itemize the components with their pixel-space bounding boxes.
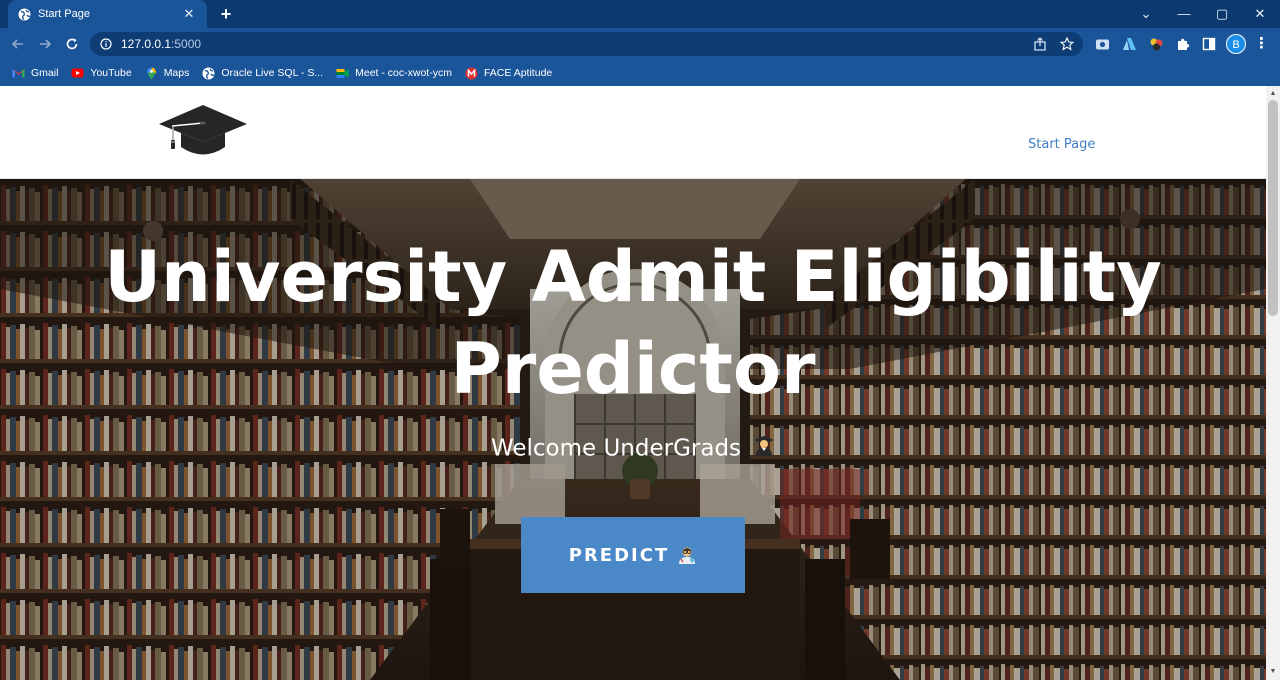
bookmark-youtube[interactable]: YouTube: [71, 67, 132, 80]
tab-start-page[interactable]: Start Page ✕: [8, 0, 207, 28]
site-info-icon[interactable]: [99, 37, 113, 51]
graduation-cap-icon[interactable]: [157, 102, 249, 160]
scroll-down-arrow-icon[interactable]: ▼: [1266, 666, 1280, 678]
hero-section: University Admit Eligibility Predictor W…: [0, 179, 1266, 680]
close-window-button[interactable]: ✕: [1242, 0, 1278, 28]
browser-menu-icon[interactable]: ⋮: [1254, 34, 1269, 54]
globe-icon: [202, 67, 215, 80]
predict-button-label: PREDICT: [568, 544, 670, 566]
bookmark-label: Gmail: [31, 67, 59, 79]
bookmark-label: Maps: [163, 67, 190, 79]
browser-toolbar: 127.0.0.1:5000 B ⋮: [0, 28, 1280, 60]
url-text: 127.0.0.1:5000: [121, 37, 201, 51]
meet-icon: [336, 67, 349, 80]
screen-capture-extension-icon[interactable]: [1094, 36, 1110, 52]
nav-link-start-page[interactable]: Start Page: [1028, 137, 1095, 152]
bookmark-gmail[interactable]: Gmail: [12, 67, 58, 80]
share-icon[interactable]: [1031, 36, 1049, 52]
back-button[interactable]: [8, 34, 28, 54]
arrow-right-icon: [40, 39, 52, 49]
hero-title-line2: Predictor: [450, 328, 816, 410]
tab-strip: Start Page ✕ + ⌄ — ▢ ✕: [0, 0, 1280, 28]
reload-button[interactable]: [62, 34, 82, 54]
restore-button[interactable]: ▢: [1204, 0, 1240, 28]
maps-icon: [145, 67, 158, 80]
side-panel-icon[interactable]: [1201, 36, 1217, 52]
bookmark-label: FACE Aptitude: [483, 67, 553, 79]
bookmark-star-icon[interactable]: [1058, 36, 1076, 52]
scientist-icon: [677, 545, 697, 565]
close-tab-icon[interactable]: ✕: [181, 6, 197, 22]
tab-search-icon[interactable]: ⌄: [1128, 0, 1164, 28]
profile-avatar[interactable]: B: [1226, 34, 1246, 54]
minimize-button[interactable]: —: [1166, 0, 1202, 28]
bookmark-oracle-live-sql[interactable]: Oracle Live SQL - S...: [202, 67, 323, 80]
hero-subtitle-text: Welcome UnderGrads: [490, 435, 742, 462]
bookmark-meet[interactable]: Meet - coc-xwot-ycm: [336, 67, 452, 80]
bookmark-label: Meet - coc-xwot-ycm: [355, 67, 452, 79]
new-tab-button[interactable]: +: [216, 4, 236, 24]
gmail-icon: [12, 67, 25, 80]
hero-subtitle: Welcome UnderGrads: [0, 435, 1266, 463]
youtube-icon: [71, 67, 84, 80]
bookmark-label: Oracle Live SQL - S...: [221, 67, 324, 79]
colorful-extension-icon[interactable]: [1148, 36, 1164, 52]
arrow-left-icon: [11, 39, 23, 49]
page-scrollbar[interactable]: ▲ ▼: [1266, 86, 1280, 680]
scroll-up-arrow-icon[interactable]: ▲: [1266, 88, 1280, 100]
globe-icon: [18, 8, 31, 21]
address-bar[interactable]: 127.0.0.1:5000: [90, 32, 1083, 56]
hero-title-line1: University Admit Eligibility: [104, 236, 1162, 318]
puzzle-icon[interactable]: [1175, 36, 1191, 52]
scrollbar-thumb[interactable]: [1268, 100, 1278, 316]
bookmark-label: YouTube: [90, 67, 132, 79]
bookmark-face-aptitude[interactable]: FACE Aptitude: [465, 67, 552, 80]
student-icon: [753, 435, 775, 463]
reload-icon: [66, 38, 78, 50]
bookmark-maps[interactable]: Maps: [145, 67, 190, 80]
hero-title: University Admit Eligibility Predictor: [0, 231, 1266, 415]
predict-button[interactable]: PREDICT: [521, 517, 745, 593]
page-viewport: Start Page University Admit Eligibility …: [0, 86, 1266, 680]
forward-button[interactable]: [35, 34, 55, 54]
site-navbar: Start Page: [0, 86, 1266, 179]
url-port: :5000: [171, 37, 202, 51]
bookmarks-bar: Gmail YouTube Maps Oracle Live SQL - S..…: [0, 60, 1280, 86]
url-host: 127.0.0.1: [121, 37, 172, 51]
azure-extension-icon[interactable]: [1121, 36, 1137, 52]
face-icon: [465, 67, 478, 80]
tab-title: Start Page: [38, 8, 90, 20]
